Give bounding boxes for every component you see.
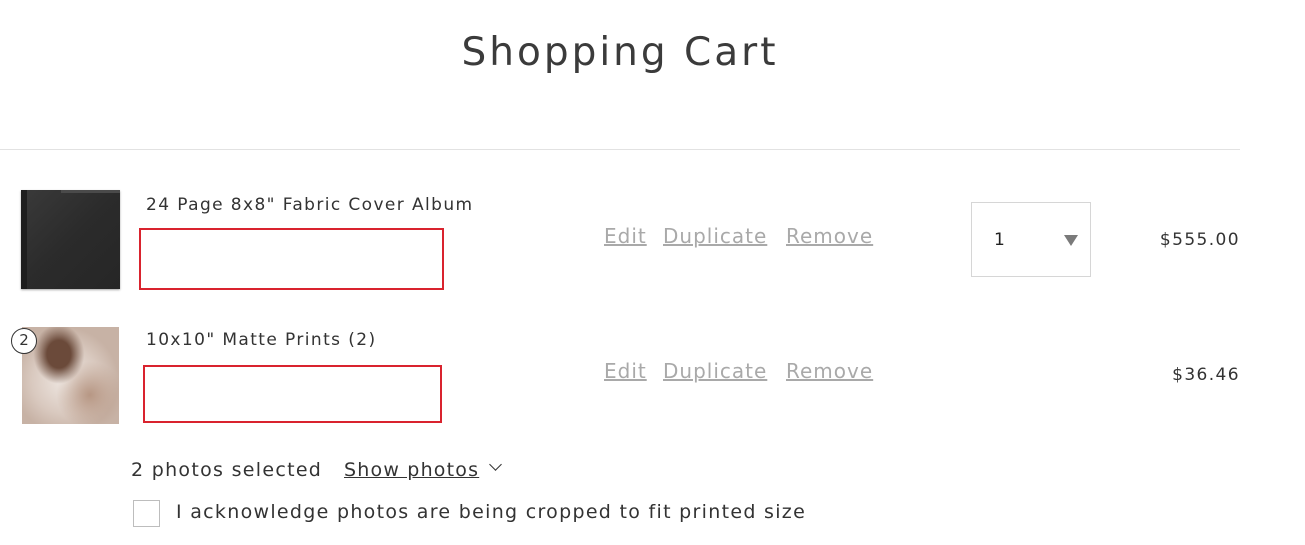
edit-button[interactable]: Edit <box>604 224 647 248</box>
photo-count-badge: 2 <box>11 328 37 354</box>
redacted-details-box <box>143 365 442 423</box>
item-name: 10x10" Matte Prints (2) <box>146 330 377 350</box>
quantity-value: 1 <box>994 230 1005 250</box>
item-name: 24 Page 8x8" Fabric Cover Album <box>146 195 474 215</box>
edit-button[interactable]: Edit <box>604 359 647 383</box>
duplicate-button[interactable]: Duplicate <box>663 224 767 248</box>
photos-selected-count: 2 photos selected <box>131 459 323 481</box>
header-divider <box>0 149 1240 150</box>
item-price: $555.00 <box>1159 230 1240 250</box>
acknowledge-checkbox[interactable] <box>133 500 160 527</box>
page-title: Shopping Cart <box>461 30 779 75</box>
redacted-details-box <box>139 228 444 290</box>
show-photos-link[interactable]: Show photos <box>344 459 479 481</box>
album-thumbnail[interactable] <box>21 190 120 289</box>
duplicate-button[interactable]: Duplicate <box>663 359 767 383</box>
chevron-down-icon[interactable] <box>489 458 502 471</box>
remove-button[interactable]: Remove <box>786 359 873 383</box>
acknowledge-label[interactable]: I acknowledge photos are being cropped t… <box>176 501 806 523</box>
remove-button[interactable]: Remove <box>786 224 873 248</box>
item-price: $36.46 <box>1172 365 1240 385</box>
